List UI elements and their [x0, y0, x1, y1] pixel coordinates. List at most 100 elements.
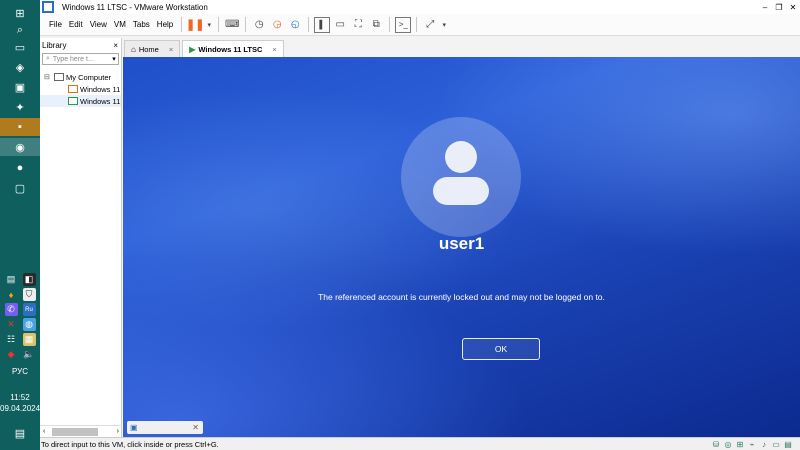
app-red-icon[interactable]: ◆ — [5, 348, 18, 361]
send-ctrl-alt-del-icon[interactable]: ⌨ — [224, 17, 240, 33]
running-app-icon[interactable]: ◉ — [0, 138, 40, 156]
windows-taskbar: ⊞ ⌕ ▭ ◈ ▣ ✦ ▪ ◉ ● ▢ ▤ ◧ ♦ ⛉ ✆ Ru ✕ ◍ ☷ ▦… — [0, 0, 40, 450]
tree-item-vm-selected[interactable]: Windows 11 — [40, 95, 121, 107]
stretch-icon[interactable]: ⤢ — [422, 17, 438, 33]
library-scrollbar[interactable]: ‹ › — [40, 425, 122, 437]
tree-label: My Computer — [66, 72, 112, 82]
tray-app-icon[interactable]: ▤ — [5, 273, 18, 286]
menu-edit[interactable]: Edit — [66, 20, 86, 29]
menu-bar: File Edit View VM Tabs Help ❚❚ ▾ ⌨ ◷ ◶ ◵… — [40, 14, 800, 36]
close-tab-icon[interactable]: × — [169, 45, 173, 54]
clock-date: 09.04.2024 — [0, 404, 41, 413]
tab-home[interactable]: ⌂ Home × — [124, 40, 181, 57]
scroll-left-icon[interactable]: ‹ — [43, 428, 45, 435]
dropdown-icon[interactable]: ▾ — [440, 17, 448, 33]
ru-badge-icon[interactable]: Ru — [22, 303, 36, 316]
vmware-window: Windows 11 LTSC - VMware Workstation – ❐… — [40, 0, 800, 450]
tree-label: Windows 11 — [80, 84, 121, 94]
home-icon: ⌂ — [131, 44, 136, 54]
snapshot-icon[interactable]: ◷ — [251, 17, 267, 33]
vm-console[interactable]: user1 The referenced account is currentl… — [123, 57, 800, 437]
tab-windows-11-ltsc[interactable]: ▶ Windows 11 LTSC × — [182, 40, 284, 57]
unity-icon[interactable]: ⧉ — [368, 17, 384, 33]
toolbar-separator — [416, 17, 418, 32]
vmware-icon[interactable]: ▢ — [10, 178, 30, 198]
close-tab-icon[interactable]: × — [272, 45, 276, 54]
tree-label: Windows 11 — [80, 96, 121, 106]
tree-item-vm[interactable]: Windows 11 — [40, 83, 121, 95]
computer-icon — [54, 73, 64, 81]
tray-row: ◆ 🔈 — [2, 348, 38, 361]
display-icon[interactable]: ▭ — [770, 440, 782, 449]
close-library-icon[interactable]: × — [113, 41, 118, 50]
title-bar: Windows 11 LTSC - VMware Workstation – ❐… — [40, 0, 800, 14]
task-view-icon[interactable]: ▭ — [10, 37, 30, 57]
red-app-icon[interactable]: ✕ — [5, 318, 18, 331]
usb-icon[interactable]: ⌁ — [746, 440, 758, 449]
volume-icon[interactable]: 🔈 — [23, 348, 36, 361]
globe-icon[interactable]: ◍ — [22, 318, 36, 331]
close-thumbnail-icon[interactable]: ✕ — [192, 423, 199, 432]
library-search[interactable]: ⌕ Type here t... ▾ — [42, 53, 119, 65]
sound-card-icon[interactable]: ♪ — [758, 440, 770, 449]
ok-button[interactable]: OK — [462, 338, 540, 360]
menu-help[interactable]: Help — [154, 20, 176, 29]
close-window-icon[interactable]: ✕ — [786, 3, 800, 12]
tab-bar: ⌂ Home × ▶ Windows 11 LTSC × — [124, 38, 286, 57]
vm-thumbnail-icon[interactable]: ▣ — [130, 423, 138, 432]
network-adapter-icon[interactable]: ⊞ — [734, 440, 746, 449]
status-bar: To direct input to this VM, click inside… — [40, 437, 800, 450]
show-library-icon[interactable]: ▌ — [314, 16, 331, 33]
lockout-message: The referenced account is currently lock… — [318, 292, 605, 302]
tray-row: ✆ Ru — [2, 303, 38, 316]
tab-label: Home — [138, 44, 159, 54]
minimize-icon[interactable]: – — [758, 3, 772, 12]
app-icon[interactable]: ✦ — [10, 97, 30, 117]
nvidia-icon[interactable]: ◧ — [22, 273, 36, 286]
collapse-icon[interactable]: ⊟ — [44, 73, 52, 81]
maximize-icon[interactable]: ❐ — [772, 3, 786, 12]
hard-disk-icon[interactable]: ⛁ — [710, 440, 722, 449]
toolbar-separator — [218, 17, 220, 32]
menu-file[interactable]: File — [46, 20, 65, 29]
avatar-head — [445, 141, 477, 173]
thumbnail-bar[interactable]: ▣ ✕ — [127, 421, 203, 434]
tray-row: ♦ ⛉ — [2, 288, 38, 301]
flame-icon[interactable]: ♦ — [5, 288, 18, 301]
full-screen-icon[interactable]: ⛶ — [350, 17, 366, 33]
sticky-notes-icon[interactable]: ▪ — [0, 118, 40, 136]
store-icon[interactable]: ▣ — [10, 77, 30, 97]
chevron-down-icon[interactable]: ▾ — [110, 55, 118, 63]
dropdown-icon[interactable]: ▾ — [205, 17, 213, 33]
clock[interactable]: 11:52 09.04.2024 — [0, 392, 40, 414]
menu-tabs[interactable]: Tabs — [130, 20, 153, 29]
scroll-right-icon[interactable]: › — [117, 428, 119, 435]
vm-running-icon — [68, 97, 78, 105]
notifications-icon[interactable]: ▤ — [10, 423, 30, 443]
thumbnail-bar-icon[interactable]: ▭ — [332, 17, 348, 33]
device-icons: ⛁ ◎ ⊞ ⌁ ♪ ▭ ▤ — [710, 440, 794, 449]
revert-snapshot-icon[interactable]: ◶ — [269, 17, 285, 33]
tree-item-my-computer[interactable]: ⊟ My Computer — [40, 71, 121, 83]
pause-icon[interactable]: ❚❚ — [186, 17, 204, 33]
message-log-icon[interactable]: ▤ — [782, 440, 794, 449]
toolbar-separator — [308, 17, 310, 32]
shield-icon[interactable]: ⛉ — [22, 288, 36, 301]
menu-vm[interactable]: VM — [111, 20, 129, 29]
status-text: To direct input to this VM, click inside… — [41, 439, 219, 449]
cd-dvd-icon[interactable]: ◎ — [722, 440, 734, 449]
menu-view[interactable]: View — [87, 20, 110, 29]
search-input[interactable]: Type here t... — [53, 56, 94, 63]
network-app-icon[interactable]: ◈ — [10, 57, 30, 77]
scrollbar-thumb[interactable] — [52, 428, 98, 436]
manage-snapshots-icon[interactable]: ◵ — [287, 17, 303, 33]
firefox-icon[interactable]: ● — [10, 158, 30, 178]
console-view-icon[interactable]: >_ — [395, 16, 412, 33]
tray-row: ☷ ▦ — [2, 333, 38, 346]
viber-icon[interactable]: ✆ — [4, 303, 18, 316]
toolbar-separator — [245, 17, 247, 32]
network-icon[interactable]: ☷ — [5, 333, 18, 346]
language-indicator[interactable]: РУС — [0, 367, 40, 376]
library-panel: Library × ⌕ Type here t... ▾ ⊟ My Comput… — [40, 38, 122, 437]
gallery-icon[interactable]: ▦ — [22, 333, 36, 346]
